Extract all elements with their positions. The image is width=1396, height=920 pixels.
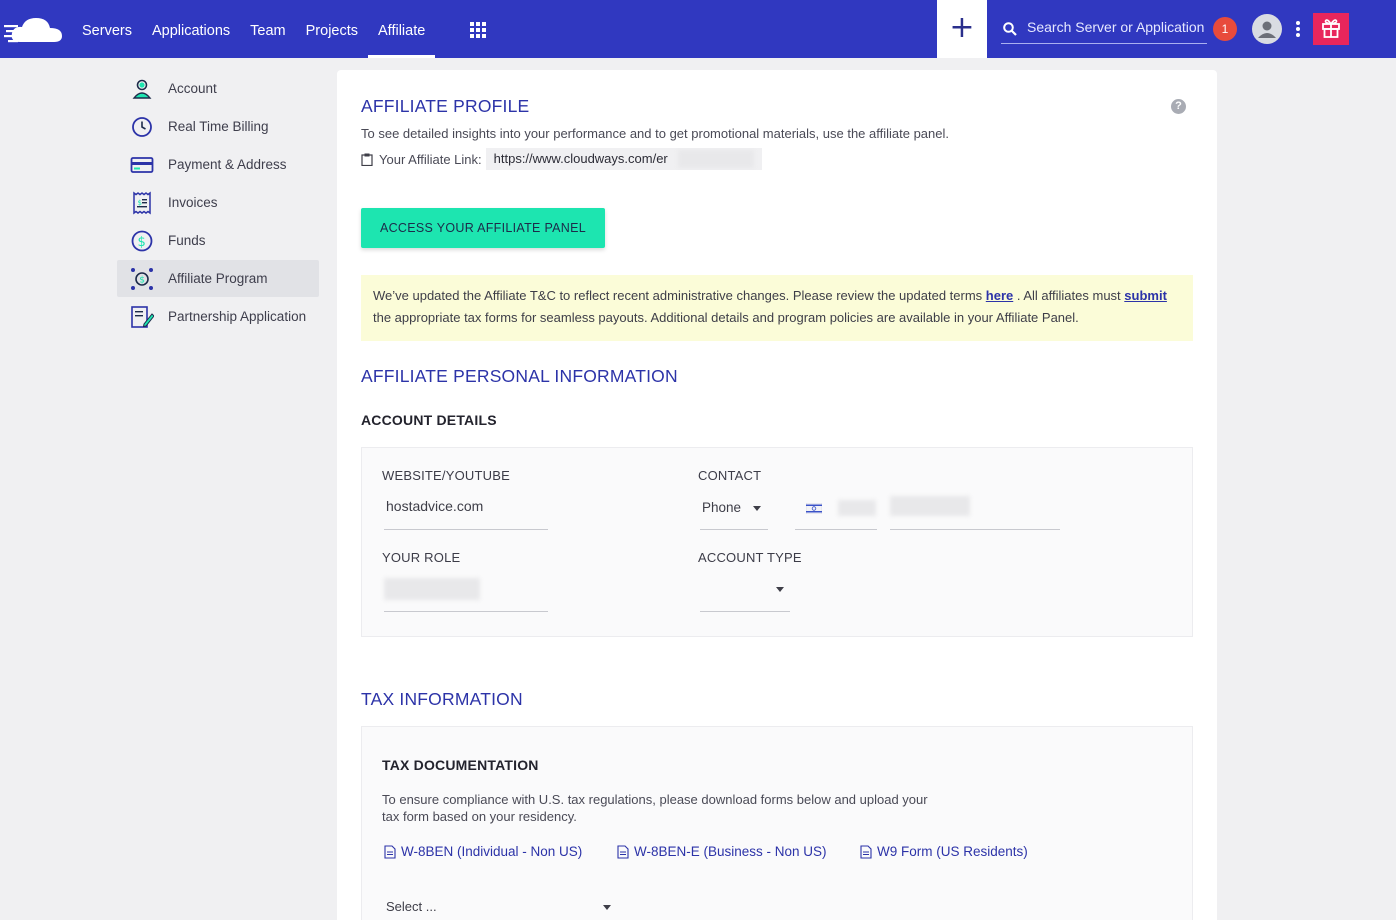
dollar-icon: $: [131, 230, 153, 251]
redacted-area: [838, 500, 876, 516]
receipt-icon: $: [133, 191, 151, 214]
chevron-down-icon: [603, 905, 611, 910]
access-affiliate-panel-button[interactable]: ACCESS YOUR AFFILIATE PANEL: [361, 208, 605, 248]
w8ben-label: W-8BEN (Individual - Non US): [401, 844, 583, 859]
sidebar-item-account[interactable]: Account: [117, 70, 319, 107]
w8ben-e-label: W-8BEN-E (Business - Non US): [634, 844, 827, 859]
redacted-area: [384, 578, 480, 600]
affiliate-card: AFFILIATE PROFILE ? To see detailed insi…: [337, 70, 1217, 920]
sidebar-item-label: Partnership Application: [168, 309, 307, 324]
nav-servers[interactable]: Servers: [72, 0, 142, 58]
gift-icon: [1322, 19, 1340, 38]
search-icon: [1003, 22, 1017, 36]
flag-icon: [806, 503, 822, 514]
settings-sidebar: Account Real Time Billing Payment & Addr…: [117, 70, 319, 336]
nav-team[interactable]: Team: [240, 0, 295, 58]
affiliate-link-row: Your Affiliate Link: https://www.cloudwa…: [361, 148, 762, 170]
website-field[interactable]: [384, 529, 548, 530]
account-type-select[interactable]: [700, 611, 790, 612]
affiliate-link-value: https://www.cloudways.com/er: [493, 151, 668, 166]
apps-grid-icon[interactable]: [470, 22, 487, 38]
account-details-panel: WEBSITE/YOUTUBE hostadvice.com CONTACT P…: [361, 447, 1193, 637]
user-avatar-icon: [1258, 21, 1276, 38]
cloudways-logo[interactable]: [4, 14, 64, 46]
phone-number-field[interactable]: [890, 529, 1060, 530]
sidebar-item-label: Payment & Address: [168, 157, 287, 172]
svg-text:$: $: [138, 235, 146, 250]
document-icon: [384, 844, 396, 859]
nav-projects[interactable]: Projects: [296, 0, 368, 58]
tax-documentation-panel: TAX DOCUMENTATION To ensure compliance w…: [361, 726, 1193, 920]
add-button[interactable]: +: [937, 0, 987, 58]
top-navbar: Servers Applications Team Projects Affil…: [0, 0, 1396, 58]
sidebar-item-affiliate[interactable]: $ Affiliate Program: [117, 260, 319, 297]
sidebar-item-label: Affiliate Program: [168, 271, 268, 286]
main-nav: Servers Applications Team Projects Affil…: [72, 0, 436, 58]
sidebar-item-partnership[interactable]: Partnership Application: [117, 298, 319, 335]
notification-badge[interactable]: 1: [1213, 17, 1237, 41]
profile-description: To see detailed insights into your perfo…: [361, 126, 949, 141]
page-title: AFFILIATE PROFILE: [361, 96, 530, 116]
submit-link[interactable]: submit: [1124, 288, 1167, 303]
terms-here-link[interactable]: here: [986, 288, 1013, 303]
notice-text: . All affiliates must: [1013, 288, 1125, 303]
clock-icon: [132, 116, 152, 137]
country-code-field[interactable]: [795, 529, 877, 530]
document-icon: [860, 844, 872, 859]
notice-text: the appropriate tax forms for seamless p…: [373, 310, 1079, 325]
redacted-area: [890, 496, 970, 516]
role-label: YOUR ROLE: [382, 550, 461, 565]
tax-doc-title: TAX DOCUMENTATION: [382, 757, 539, 773]
website-value: hostadvice.com: [386, 498, 484, 514]
user-avatar[interactable]: [1252, 14, 1282, 44]
svg-text:$: $: [138, 199, 142, 207]
terms-notice: We’ve updated the Affiliate T&C to refle…: [361, 275, 1193, 341]
nav-affiliate[interactable]: Affiliate: [368, 0, 436, 58]
personal-info-title: AFFILIATE PERSONAL INFORMATION: [361, 366, 678, 386]
gift-button[interactable]: [1313, 13, 1349, 45]
credit-card-icon: [130, 156, 154, 173]
sidebar-item-billing[interactable]: Real Time Billing: [117, 108, 319, 145]
role-field[interactable]: [384, 611, 548, 612]
help-icon[interactable]: ?: [1171, 99, 1186, 114]
account-type-label: ACCOUNT TYPE: [698, 550, 802, 565]
w8ben-e-link[interactable]: W-8BEN-E (Business - Non US): [617, 844, 827, 859]
affiliate-link-field[interactable]: https://www.cloudways.com/er: [485, 148, 762, 170]
notice-text: We’ve updated the Affiliate T&C to refle…: [373, 288, 986, 303]
sidebar-item-label: Invoices: [168, 195, 218, 210]
sidebar-item-invoices[interactable]: $ Invoices: [117, 184, 319, 221]
contact-type-value: Phone: [702, 500, 742, 515]
redacted-area: [677, 150, 754, 168]
tax-info-title: TAX INFORMATION: [361, 689, 523, 709]
affiliate-link-label: Your Affiliate Link:: [379, 151, 482, 167]
sidebar-item-label: Funds: [168, 233, 206, 248]
sidebar-item-label: Real Time Billing: [168, 119, 269, 134]
chevron-down-icon: [776, 587, 784, 592]
search-bar: [1001, 17, 1207, 44]
w9-link[interactable]: W9 Form (US Residents): [860, 844, 1028, 859]
residency-select-value: Select ...: [386, 899, 437, 914]
w9-label: W9 Form (US Residents): [877, 844, 1028, 859]
tax-description: To ensure compliance with U.S. tax regul…: [382, 792, 928, 824]
nav-applications[interactable]: Applications: [142, 0, 240, 58]
account-details-title: ACCOUNT DETAILS: [361, 412, 497, 428]
svg-text:$: $: [139, 275, 145, 285]
affiliate-icon: $: [131, 267, 153, 290]
search-input[interactable]: [1027, 19, 1207, 35]
website-label: WEBSITE/YOUTUBE: [382, 468, 510, 483]
contact-label: CONTACT: [698, 468, 762, 483]
contact-type-select[interactable]: [700, 529, 768, 530]
document-icon: [617, 844, 629, 859]
w8ben-link[interactable]: W-8BEN (Individual - Non US): [384, 844, 582, 859]
more-menu-icon[interactable]: [1296, 21, 1300, 37]
user-icon: [132, 79, 152, 99]
chevron-down-icon: [753, 506, 761, 511]
sidebar-item-payment[interactable]: Payment & Address: [117, 146, 319, 183]
sidebar-item-label: Account: [168, 81, 217, 96]
document-pen-icon: [131, 305, 154, 328]
sidebar-item-funds[interactable]: $ Funds: [117, 222, 319, 259]
clipboard-icon[interactable]: [361, 153, 373, 166]
